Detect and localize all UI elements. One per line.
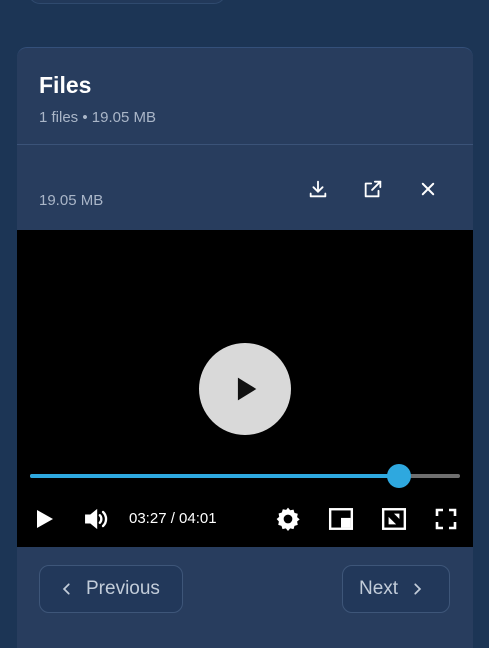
open-external-icon (364, 180, 382, 198)
panel-title: Files (39, 72, 92, 98)
resize-button[interactable] (381, 506, 407, 532)
previous-button[interactable]: Previous (39, 565, 183, 613)
chevron-left-icon (62, 583, 70, 595)
time-display: 03:27 / 04:01 (129, 510, 217, 527)
play-icon (37, 510, 53, 528)
volume-icon (85, 508, 108, 530)
panel-subtitle: 1 files • 19.05 MB (39, 109, 156, 126)
big-play-button[interactable] (199, 343, 291, 435)
progress-fill (30, 474, 399, 478)
files-header: Files 1 files • 19.05 MB (39, 72, 156, 126)
settings-button[interactable] (275, 506, 301, 532)
next-label: Next (359, 578, 399, 599)
download-icon (309, 180, 327, 198)
picture-in-picture-button[interactable] (328, 506, 354, 532)
files-panel: Files 1 files • 19.05 MB 19.05 MB 03:27 … (17, 47, 473, 648)
volume-button[interactable] (83, 506, 109, 532)
chevron-right-icon (414, 583, 422, 595)
previous-label: Previous (86, 578, 160, 599)
play-button[interactable] (31, 506, 57, 532)
download-button[interactable] (303, 174, 333, 204)
file-size: 19.05 MB (39, 192, 104, 209)
resize-icon (381, 508, 407, 530)
divider (17, 144, 473, 145)
seek-handle[interactable] (386, 464, 411, 488)
close-icon (421, 182, 435, 196)
settings-icon (276, 507, 300, 532)
video-player[interactable]: 03:27 / 04:01 (17, 230, 473, 547)
next-button[interactable]: Next (342, 565, 450, 613)
picture-in-picture-icon (328, 508, 354, 530)
seek-bar[interactable] (30, 464, 460, 488)
play-icon (237, 377, 257, 401)
fullscreen-button[interactable] (433, 506, 459, 532)
open-external-button[interactable] (358, 174, 388, 204)
fullscreen-icon (435, 508, 457, 530)
top-partial-button[interactable] (28, 0, 226, 4)
close-button[interactable] (413, 174, 443, 204)
